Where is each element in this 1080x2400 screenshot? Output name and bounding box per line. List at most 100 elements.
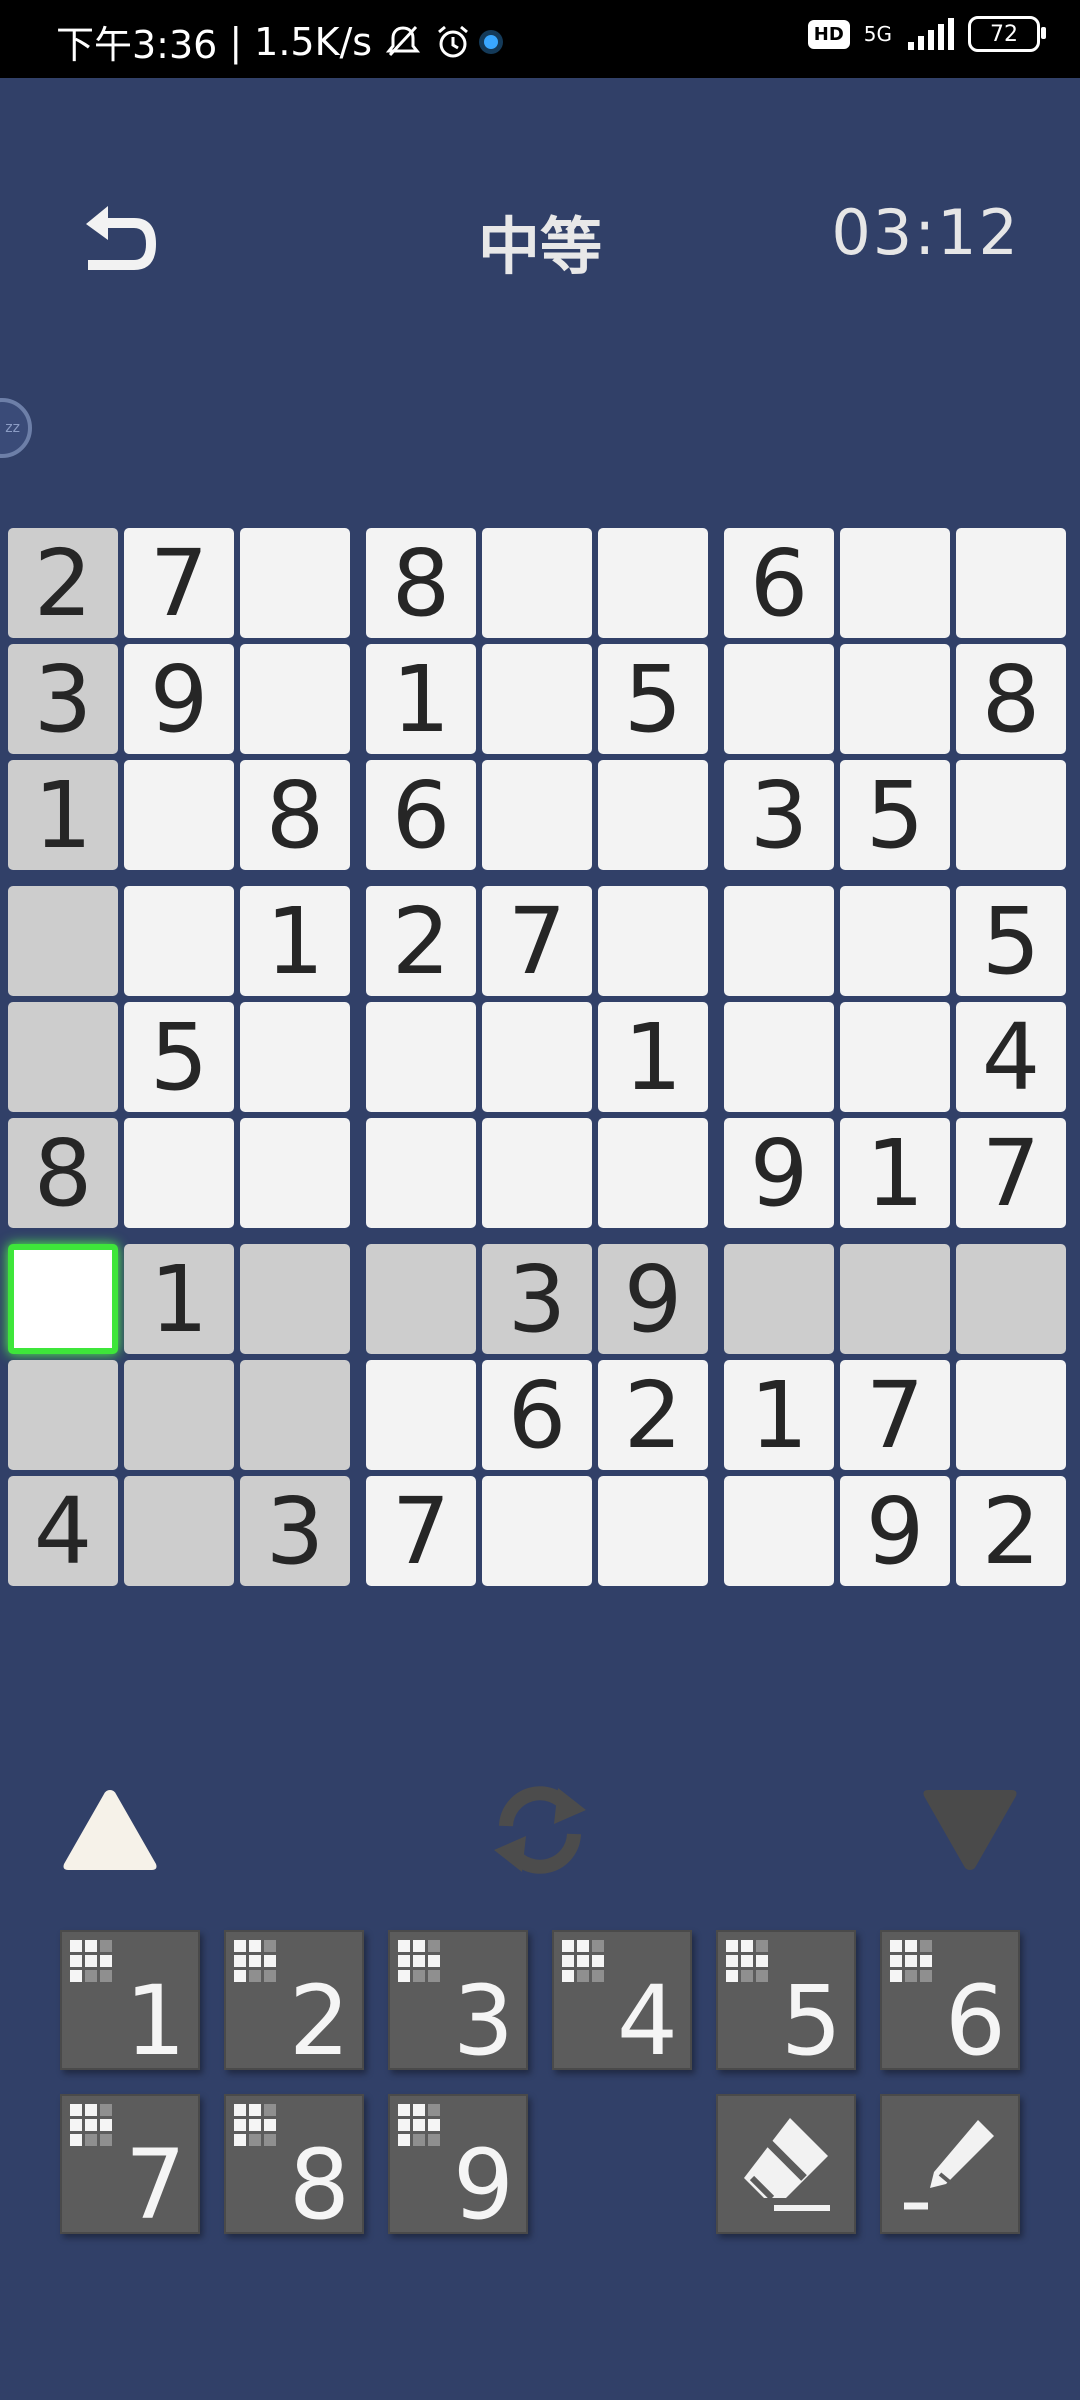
sudoku-cell[interactable]: 3 bbox=[724, 760, 834, 870]
sudoku-cell[interactable] bbox=[240, 1360, 350, 1470]
sudoku-cell[interactable]: 8 bbox=[8, 1118, 118, 1228]
sudoku-cell[interactable]: 5 bbox=[956, 886, 1066, 996]
sudoku-cell[interactable]: 2 bbox=[956, 1476, 1066, 1586]
down-button[interactable] bbox=[920, 1786, 1020, 1874]
sudoku-cell[interactable] bbox=[956, 528, 1066, 638]
sudoku-cell[interactable]: 5 bbox=[598, 644, 708, 754]
sudoku-cell[interactable] bbox=[124, 1476, 234, 1586]
sudoku-cell[interactable]: 1 bbox=[8, 760, 118, 870]
sudoku-cell[interactable] bbox=[8, 1002, 118, 1112]
hd-badge: HD bbox=[807, 19, 850, 49]
sudoku-cell[interactable]: 2 bbox=[366, 886, 476, 996]
sudoku-cell[interactable] bbox=[366, 1360, 476, 1470]
sudoku-cell[interactable] bbox=[598, 528, 708, 638]
sudoku-cell[interactable]: 4 bbox=[8, 1476, 118, 1586]
sudoku-cell[interactable] bbox=[724, 1476, 834, 1586]
sudoku-cell[interactable]: 9 bbox=[598, 1244, 708, 1354]
sudoku-cell[interactable] bbox=[124, 886, 234, 996]
sudoku-cell[interactable]: 6 bbox=[366, 760, 476, 870]
eraser-button[interactable] bbox=[716, 2094, 856, 2234]
refresh-button[interactable] bbox=[488, 1782, 592, 1878]
sudoku-cell[interactable]: 7 bbox=[366, 1476, 476, 1586]
up-button[interactable] bbox=[60, 1786, 160, 1874]
sudoku-cell[interactable] bbox=[482, 1118, 592, 1228]
number-key-6[interactable]: 6 bbox=[880, 1930, 1020, 2076]
sudoku-cell[interactable]: 9 bbox=[124, 644, 234, 754]
sudoku-cell[interactable] bbox=[598, 1118, 708, 1228]
sudoku-cell[interactable]: 1 bbox=[124, 1244, 234, 1354]
floating-bubble[interactable]: zz bbox=[0, 398, 32, 458]
sudoku-cell[interactable]: 1 bbox=[840, 1118, 950, 1228]
back-button[interactable] bbox=[74, 200, 164, 280]
sudoku-cell[interactable]: 5 bbox=[124, 1002, 234, 1112]
sudoku-cell[interactable]: 1 bbox=[724, 1360, 834, 1470]
sudoku-cell[interactable] bbox=[124, 760, 234, 870]
number-key-4[interactable]: 4 bbox=[552, 1930, 692, 2076]
sudoku-cell[interactable] bbox=[840, 644, 950, 754]
number-key-8[interactable]: 8 bbox=[224, 2094, 364, 2240]
key-number-label: 9 bbox=[452, 2129, 514, 2241]
number-key-9[interactable]: 9 bbox=[388, 2094, 528, 2240]
sudoku-cell[interactable]: 9 bbox=[724, 1118, 834, 1228]
sudoku-cell[interactable] bbox=[124, 1118, 234, 1228]
sudoku-cell[interactable] bbox=[8, 1360, 118, 1470]
sudoku-cell[interactable] bbox=[482, 1476, 592, 1586]
sudoku-cell[interactable] bbox=[482, 760, 592, 870]
sudoku-cell[interactable] bbox=[840, 886, 950, 996]
sudoku-cell[interactable]: 3 bbox=[240, 1476, 350, 1586]
sudoku-cell[interactable]: 1 bbox=[240, 886, 350, 996]
sudoku-cell[interactable]: 1 bbox=[366, 644, 476, 754]
sudoku-cell[interactable] bbox=[240, 1244, 350, 1354]
sudoku-cell[interactable]: 8 bbox=[956, 644, 1066, 754]
sudoku-cell[interactable]: 8 bbox=[366, 528, 476, 638]
sudoku-cell[interactable] bbox=[724, 1244, 834, 1354]
sudoku-cell[interactable] bbox=[124, 1360, 234, 1470]
number-key-7[interactable]: 7 bbox=[60, 2094, 200, 2240]
sudoku-cell[interactable] bbox=[840, 1002, 950, 1112]
sudoku-cell[interactable] bbox=[956, 1360, 1066, 1470]
sudoku-cell[interactable] bbox=[724, 886, 834, 996]
sudoku-cell[interactable] bbox=[598, 886, 708, 996]
sudoku-cell[interactable] bbox=[240, 1002, 350, 1112]
sudoku-cell[interactable] bbox=[598, 760, 708, 870]
sudoku-cell[interactable] bbox=[8, 886, 118, 996]
sudoku-cell[interactable]: 6 bbox=[482, 1360, 592, 1470]
sudoku-cell[interactable]: 7 bbox=[956, 1118, 1066, 1228]
sudoku-cell[interactable] bbox=[482, 644, 592, 754]
sudoku-cell[interactable]: 2 bbox=[8, 528, 118, 638]
sudoku-cell[interactable] bbox=[240, 644, 350, 754]
sudoku-cell[interactable]: 3 bbox=[8, 644, 118, 754]
number-key-2[interactable]: 2 bbox=[224, 1930, 364, 2076]
sudoku-cell[interactable]: 5 bbox=[840, 760, 950, 870]
sudoku-cell[interactable] bbox=[956, 1244, 1066, 1354]
sudoku-cell[interactable]: 1 bbox=[598, 1002, 708, 1112]
number-key-1[interactable]: 1 bbox=[60, 1930, 200, 2076]
sudoku-cell[interactable] bbox=[598, 1476, 708, 1586]
sudoku-cell[interactable] bbox=[956, 760, 1066, 870]
sudoku-cell[interactable] bbox=[366, 1002, 476, 1112]
sudoku-cell[interactable]: 3 bbox=[482, 1244, 592, 1354]
sudoku-cell[interactable] bbox=[366, 1118, 476, 1228]
sudoku-cell[interactable] bbox=[724, 644, 834, 754]
number-key-3[interactable]: 3 bbox=[388, 1930, 528, 2076]
pencil-button[interactable] bbox=[880, 2094, 1020, 2234]
number-key-5[interactable]: 5 bbox=[716, 1930, 856, 2076]
sudoku-cell[interactable] bbox=[240, 1118, 350, 1228]
sudoku-cell[interactable] bbox=[840, 528, 950, 638]
game-timer: 03:12 bbox=[831, 196, 1020, 269]
sudoku-cell[interactable]: 7 bbox=[482, 886, 592, 996]
sudoku-cell[interactable]: 6 bbox=[724, 528, 834, 638]
sudoku-cell[interactable] bbox=[240, 528, 350, 638]
sudoku-cell[interactable]: 7 bbox=[124, 528, 234, 638]
sudoku-cell[interactable] bbox=[482, 1002, 592, 1112]
sudoku-cell[interactable]: 2 bbox=[598, 1360, 708, 1470]
sudoku-cell[interactable]: 9 bbox=[840, 1476, 950, 1586]
sudoku-cell[interactable] bbox=[840, 1244, 950, 1354]
sudoku-cell[interactable] bbox=[724, 1002, 834, 1112]
sudoku-cell[interactable] bbox=[482, 528, 592, 638]
sudoku-cell[interactable] bbox=[8, 1244, 118, 1354]
sudoku-cell[interactable]: 4 bbox=[956, 1002, 1066, 1112]
sudoku-cell[interactable] bbox=[366, 1244, 476, 1354]
sudoku-cell[interactable]: 8 bbox=[240, 760, 350, 870]
sudoku-cell[interactable]: 7 bbox=[840, 1360, 950, 1470]
